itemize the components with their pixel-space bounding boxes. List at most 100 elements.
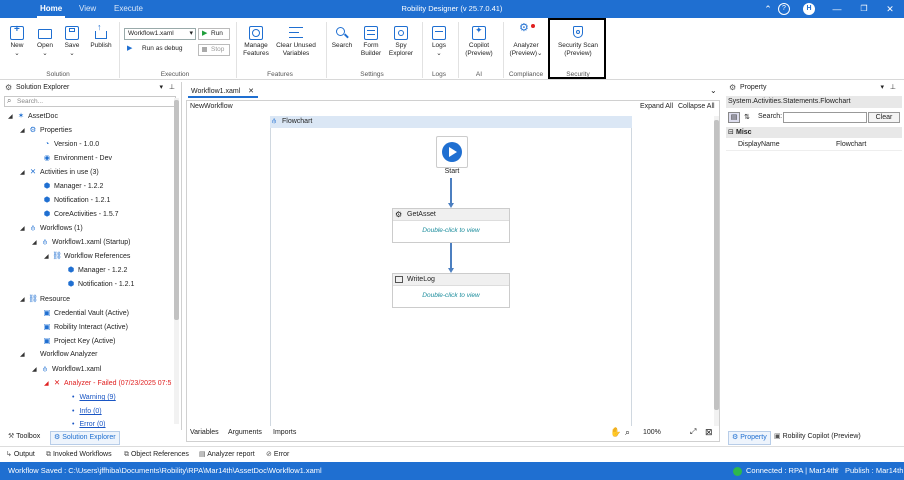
expand-icon[interactable]: ◢: [20, 125, 28, 137]
activity-writelog[interactable]: WriteLog Double-click to view: [392, 273, 510, 308]
tree-item-assetdoc[interactable]: ◢ ✶ AssetDoc: [8, 110, 58, 122]
pin-icon[interactable]: ⊥: [890, 82, 896, 94]
tree-item-project-key[interactable]: ▣ Project Key (Active): [34, 335, 115, 347]
tab-arguments[interactable]: Arguments: [228, 429, 262, 436]
save-button[interactable]: Save ⌄: [61, 26, 83, 57]
sort-alpha-icon[interactable]: ⇅: [741, 112, 753, 123]
tab-property[interactable]: ⚙ Property: [728, 431, 771, 445]
breadcrumb[interactable]: NewWorkflow: [190, 103, 233, 110]
document-tab-workflow1[interactable]: Workflow1.xaml ✕: [188, 86, 258, 98]
zoom-icon[interactable]: ⌕: [625, 427, 630, 438]
categorized-icon[interactable]: ▤: [728, 112, 740, 123]
expand-icon[interactable]: ◢: [8, 111, 16, 123]
open-button[interactable]: Open ⌄: [33, 26, 57, 57]
fit-screen-icon[interactable]: ⤢: [690, 427, 696, 437]
avatar[interactable]: H: [803, 3, 815, 15]
tree-item-workflow1-startup[interactable]: ◢ ⫛ Workflow1.xaml (Startup): [32, 236, 130, 248]
tab-solution-explorer[interactable]: ⚙ Solution Explorer: [50, 431, 120, 445]
tree-item-ref-manager[interactable]: ⬢ Manager - 1.2.2: [58, 264, 128, 276]
expand-icon[interactable]: ◢: [44, 251, 52, 263]
tree-item-ref-notification[interactable]: ⬢ Notification - 1.2.1: [58, 278, 135, 290]
publish-button[interactable]: ↑ Publish: [88, 23, 114, 50]
panel-dropdown-icon[interactable]: ▾: [880, 82, 884, 94]
tree-item-activities[interactable]: ◢ ✕ Activities in use (3): [20, 166, 99, 178]
run-as-debug-button[interactable]: ▶ Run as debug: [124, 44, 196, 56]
tree-item-properties[interactable]: ◢ ⚙ Properties: [20, 124, 72, 136]
manage-features-button[interactable]: Manage Features: [240, 26, 272, 57]
expand-all-button[interactable]: Expand All: [640, 103, 673, 110]
spy-explorer-button[interactable]: Spy Explorer: [387, 26, 415, 57]
window-close-icon[interactable]: ✕: [884, 3, 896, 15]
expand-icon[interactable]: ◢: [32, 364, 40, 376]
tree-item-credential-vault[interactable]: ▣ Credential Vault (Active): [34, 307, 129, 319]
tab-list-chevron-icon[interactable]: ⌄: [710, 86, 717, 95]
tab-object-references[interactable]: ⧉ Object References: [124, 449, 189, 461]
expand-icon[interactable]: ◢: [44, 378, 52, 389]
property-category-misc[interactable]: ⊟ Misc: [726, 127, 902, 138]
expand-icon[interactable]: ◢: [20, 294, 28, 306]
tree-item-error[interactable]: • Error (0): [72, 419, 106, 428]
scrollbar-thumb[interactable]: [714, 120, 719, 410]
expand-icon[interactable]: ◢: [20, 349, 28, 361]
solution-explorer-scrollbar[interactable]: [174, 98, 179, 424]
minimize-ribbon-icon[interactable]: ⌃: [762, 3, 774, 15]
search-button[interactable]: Search: [329, 26, 355, 50]
copilot-button[interactable]: ✦ Copilot (Preview): [462, 26, 496, 57]
designer-scrollbar[interactable]: [714, 116, 719, 426]
tree-item-environment[interactable]: ◉ Environment - Dev: [34, 152, 112, 164]
close-tab-icon[interactable]: ✕: [248, 86, 254, 98]
overview-icon[interactable]: ⊠: [705, 427, 713, 438]
tree-item-analyzer-failed[interactable]: ◢ ✕ Analyzer - Failed (07/23/2025 07:5: [44, 377, 176, 389]
tree-item-notification[interactable]: ⬢ Notification - 1.2.1: [34, 194, 111, 206]
property-value[interactable]: Flowchart: [836, 139, 866, 151]
tree-item-info[interactable]: • Info (0): [72, 406, 102, 418]
zoom-level[interactable]: 100%: [643, 429, 661, 436]
tree-item-workflows[interactable]: ◢ ⫛ Workflows (1): [20, 222, 83, 234]
analyzer-button[interactable]: ⚙ Analyzer (Preview)⌄: [507, 23, 545, 57]
tree-item-workflow-analyzer[interactable]: ◢ Workflow Analyzer: [20, 349, 97, 361]
expand-icon[interactable]: ◢: [32, 237, 40, 249]
tab-analyzer-report[interactable]: ▤ Analyzer report: [199, 449, 255, 461]
tab-error[interactable]: ⊘ Error: [266, 449, 289, 461]
collapse-icon[interactable]: ⊟: [728, 127, 734, 138]
workflow-select[interactable]: Workflow1.xaml: [124, 28, 196, 40]
activity-getasset[interactable]: ⚙ GetAsset Double-click to view: [392, 208, 510, 243]
tab-robility-copilot[interactable]: ▣ Robility Copilot (Preview): [774, 431, 861, 443]
logs-button[interactable]: Logs ⌄: [426, 26, 452, 57]
scrollbar-thumb[interactable]: [174, 100, 179, 320]
tree-item-resource[interactable]: ◢ ⛓ Resource: [20, 293, 70, 305]
tab-imports[interactable]: Imports: [273, 429, 296, 436]
window-restore-icon[interactable]: ❐: [858, 3, 870, 15]
publish-status[interactable]: Publish : Mar14th: [845, 462, 903, 480]
clear-button[interactable]: Clear: [868, 112, 900, 123]
tree-item-analyzer-workflow1[interactable]: ◢ ⫛ Workflow1.xaml: [32, 363, 101, 375]
tree-item-manager[interactable]: ⬢ Manager - 1.2.2: [34, 180, 104, 192]
run-button[interactable]: ▶ Run: [198, 28, 230, 40]
property-search-input[interactable]: [783, 112, 867, 123]
tree-item-robility-interact[interactable]: ▣ Robility Interact (Active): [34, 321, 127, 333]
connection-status[interactable]: Connected : RPA | Mar14th: [746, 462, 837, 480]
tab-output[interactable]: ↳ Output: [6, 449, 35, 461]
tree-item-version[interactable]: ◔ Version - 1.0.0: [34, 138, 99, 150]
solution-search-input[interactable]: ⌕ Search...: [4, 96, 176, 107]
new-button[interactable]: + New ⌄: [6, 25, 28, 57]
help-icon[interactable]: ?: [778, 3, 790, 15]
security-scan-button[interactable]: Security Scan (Preview): [554, 26, 602, 57]
form-builder-button[interactable]: Form Builder: [357, 26, 385, 57]
pan-hand-icon[interactable]: ✋: [610, 427, 621, 438]
window-minimize-icon[interactable]: —: [831, 3, 843, 15]
property-row[interactable]: DisplayName Flowchart: [726, 139, 902, 151]
clear-unused-variables-button[interactable]: Clear Unused Variables: [274, 26, 318, 57]
tree-item-coreactivities[interactable]: ⬢ CoreActivities - 1.5.7: [34, 208, 119, 220]
start-node[interactable]: [436, 136, 468, 168]
pin-icon[interactable]: ⊥: [169, 82, 175, 94]
tree-item-workflow-references[interactable]: ◢ ⛓ Workflow References: [44, 250, 130, 262]
tab-variables[interactable]: Variables: [190, 429, 219, 436]
tree-item-warning[interactable]: • Warning (9): [72, 392, 116, 404]
tab-invoked-workflows[interactable]: ⧉ Invoked Workflows: [46, 449, 112, 461]
collapse-all-button[interactable]: Collapse All: [678, 103, 715, 110]
panel-dropdown-icon[interactable]: ▾: [159, 82, 163, 94]
tab-toolbox[interactable]: ⚒ Toolbox: [8, 431, 40, 443]
expand-icon[interactable]: ◢: [20, 223, 28, 235]
expand-icon[interactable]: ◢: [20, 167, 28, 179]
